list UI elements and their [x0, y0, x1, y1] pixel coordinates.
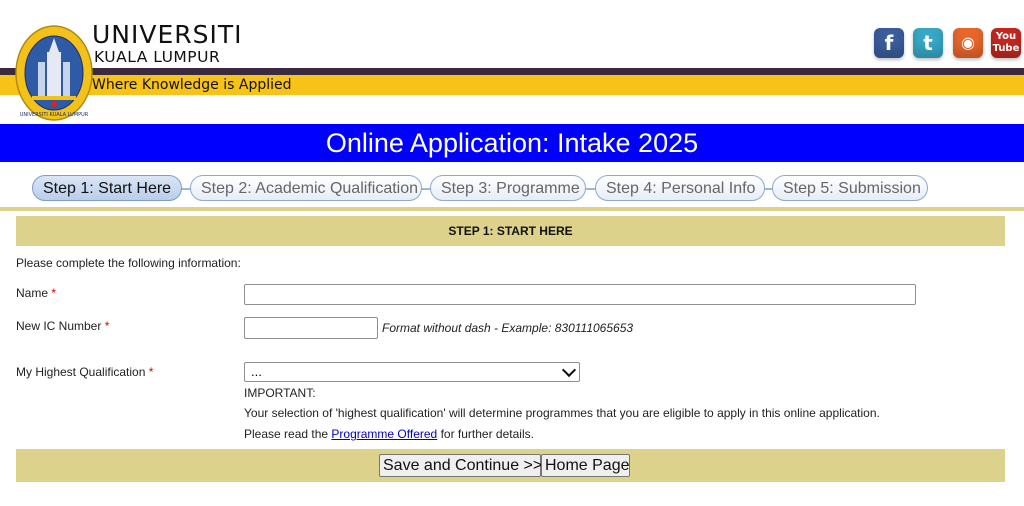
header-dark-band [0, 68, 1024, 75]
step-2-academic-qualification[interactable]: Step 2: Academic Qualification [190, 175, 422, 201]
steps-divider [0, 207, 1024, 211]
form-intro: Please complete the following informatio… [16, 256, 241, 270]
university-tagline: Where Knowledge is Applied [92, 77, 292, 93]
name-label-text: Name [16, 286, 49, 300]
programme-note: Please read the Programme Offered for fu… [244, 427, 534, 441]
required-mark: * [104, 319, 110, 333]
page-title: Online Application: Intake 2025 [0, 124, 1024, 162]
university-name: UNIVERSITI [92, 20, 243, 49]
youtube-icon[interactable]: You Tube [991, 28, 1021, 58]
step-3-programme[interactable]: Step 3: Programme [430, 175, 586, 201]
qualification-label-text: My Highest Qualification [16, 365, 146, 379]
facebook-icon[interactable]: f [874, 28, 904, 58]
name-label: Name * [16, 286, 56, 300]
ic-format-hint: Format without dash - Example: 830111065… [382, 321, 634, 335]
twitter-icon[interactable]: t [913, 28, 943, 58]
ic-label: New IC Number * [16, 319, 109, 333]
step-5-submission[interactable]: Step 5: Submission [772, 175, 928, 201]
ic-label-text: New IC Number [16, 319, 102, 333]
section-heading: STEP 1: START HERE [16, 216, 1005, 246]
save-and-continue-button[interactable]: Save and Continue >> [379, 454, 542, 477]
required-mark: * [51, 286, 57, 300]
ic-number-input[interactable] [244, 317, 378, 339]
chevron-down-icon [561, 362, 577, 378]
logo-ring-text: UNIVERSITI KUALA LUMPUR [20, 112, 89, 118]
required-mark: * [148, 365, 154, 379]
home-page-button[interactable]: Home Page [541, 454, 630, 477]
university-logo[interactable]: UNIVERSITI KUALA LUMPUR [14, 24, 94, 122]
rss-icon[interactable]: ◉ [953, 28, 983, 58]
name-input[interactable] [244, 284, 916, 305]
site-header: UNIVERSITI KUALA LUMPUR UNIVERSITI KUALA… [0, 0, 1024, 124]
university-subtitle: KUALA LUMPUR [94, 48, 221, 66]
programme-note-suffix: for further details. [440, 427, 534, 441]
important-title: IMPORTANT: [244, 386, 316, 400]
highest-qualification-select[interactable]: ... [244, 362, 580, 382]
step-4-personal-info[interactable]: Step 4: Personal Info [595, 175, 765, 201]
qualification-selected-value: ... [251, 364, 262, 379]
programme-note-prefix: Please read the [244, 427, 329, 441]
step-1-start-here[interactable]: Step 1: Start Here [32, 175, 182, 201]
programme-offered-link[interactable]: Programme Offered [331, 427, 437, 441]
qualification-label: My Highest Qualification * [16, 365, 153, 379]
important-text: Your selection of 'highest qualification… [244, 406, 880, 420]
